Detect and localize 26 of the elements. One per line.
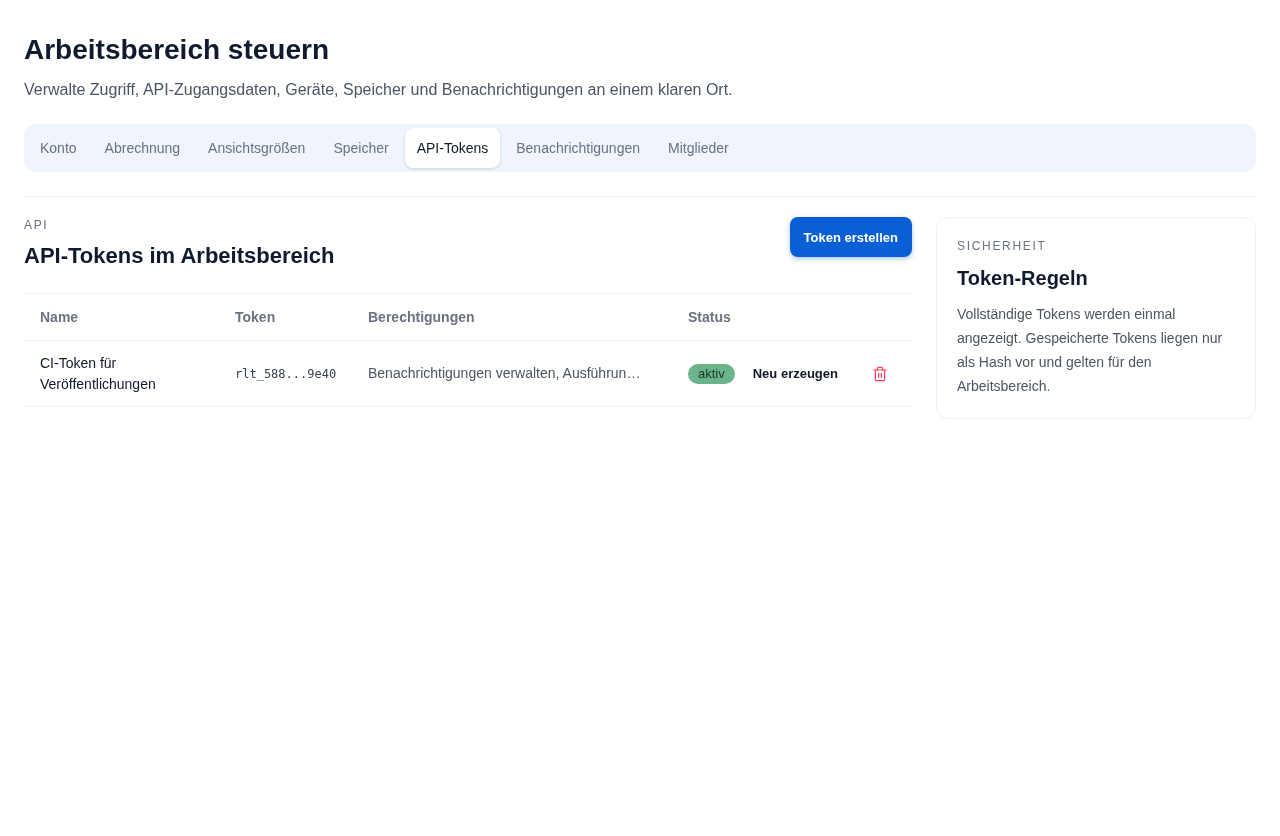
- tab[interactable]: Abrechnung: [92, 128, 193, 168]
- column-header: Berechtigungen: [352, 293, 672, 341]
- tab[interactable]: Ansichtsgrößen: [196, 128, 318, 168]
- tab[interactable]: Konto: [28, 128, 89, 168]
- tab[interactable]: API-Tokens: [404, 128, 501, 168]
- tab[interactable]: Mitglieder: [656, 128, 741, 168]
- trash-icon: [872, 365, 888, 382]
- tab[interactable]: Speicher: [321, 128, 401, 168]
- delete-button[interactable]: [872, 365, 888, 382]
- section-eyebrow: API: [24, 217, 50, 233]
- token-name-cell: CI-Token für Veröffentlichungen: [24, 340, 219, 407]
- status-badge: aktiv: [688, 363, 735, 384]
- regenerate-button[interactable]: Neu erzeugen: [752, 362, 838, 385]
- page-title: Arbeitsbereich steuern: [24, 33, 330, 67]
- card-eyebrow: SICHERHEIT: [957, 238, 1048, 254]
- token-value: rlt_588...9e40: [235, 366, 337, 381]
- card-text: Vollständige Tokens werden einmal angezeigt. Gespeicherte Tokens liegen nur als Hash vor und gelten für den Arbeitsbereich.: [957, 305, 1224, 396]
- section-title: API-Tokens im Arbeitsbereich: [24, 242, 335, 270]
- create-token-button[interactable]: Token erstellen: [789, 217, 912, 257]
- column-header: Token: [219, 293, 352, 341]
- column-header: Name: [24, 293, 219, 341]
- permissions-cell: Benachrichtigungen verwalten, Ausführun…: [352, 340, 672, 407]
- tab[interactable]: Benachrichtigungen: [504, 128, 652, 168]
- card-title: Token-Regeln: [957, 266, 1089, 291]
- page-subtitle: Verwalte Zugriff, API-Zugangsdaten, Geräte, Speicher und Benachrichtigungen an einem klaren Ort.: [24, 80, 734, 100]
- column-header: Status: [672, 293, 912, 341]
